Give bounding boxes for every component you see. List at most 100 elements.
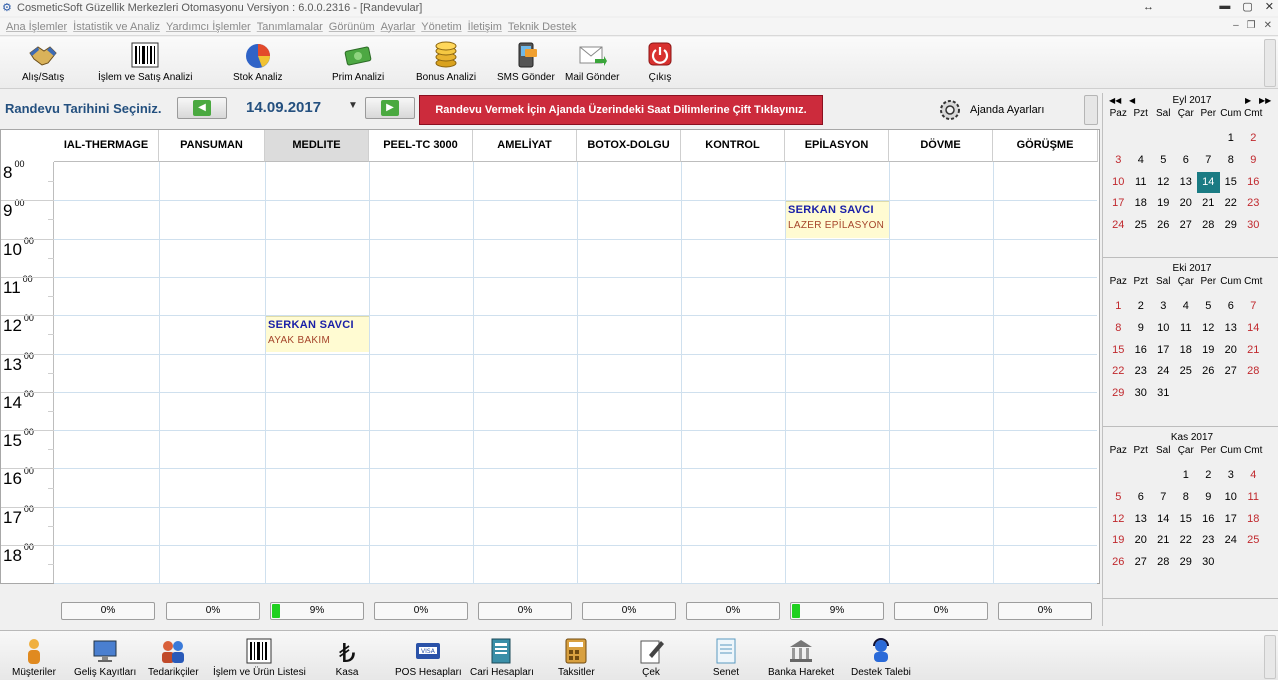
menu-yonetim[interactable]: Yönetim [421,21,461,33]
day-cell[interactable]: 10 [1220,487,1243,509]
menu-iletisim[interactable]: İletişim [468,21,502,33]
cari-hesapları-button[interactable]: Cari Hesapları [470,637,534,678]
maximize-icon[interactable]: ▢ [1242,0,1252,13]
day-cell[interactable]: 25 [1242,530,1265,552]
menu-tanimlamalar[interactable]: Tanımlamalar [257,21,323,33]
destek-talebi-button[interactable]: Destek Talebi [851,637,911,678]
day-cell[interactable]: 5 [1152,150,1175,172]
day-cell[interactable]: 15 [1107,340,1130,362]
day-cell[interactable]: 4 [1242,465,1265,487]
day-cell[interactable]: 13 [1220,318,1243,340]
day-cell[interactable]: 3 [1107,150,1130,172]
day-cell[interactable]: 4 [1175,296,1198,318]
next-day-button[interactable]: ▶ [365,97,415,119]
day-cell[interactable]: 6 [1175,150,1198,172]
day-cell[interactable]: 5 [1197,296,1220,318]
day-cell[interactable]: 23 [1197,530,1220,552]
day-cell[interactable]: 1 [1220,128,1243,150]
alis-satis-button[interactable]: Alış/Satış [22,41,64,83]
day-cell[interactable]: 30 [1242,215,1265,237]
day-cell[interactable]: 3 [1220,465,1243,487]
minimize-icon[interactable]: ▬ [1219,0,1230,13]
day-cell[interactable]: 12 [1152,172,1175,194]
day-cell[interactable]: 11 [1175,318,1198,340]
day-cell[interactable]: 27 [1130,552,1153,574]
day-cell[interactable]: 10 [1152,318,1175,340]
day-cell[interactable]: 18 [1242,509,1265,531]
day-cell[interactable]: 24 [1220,530,1243,552]
day-cell[interactable]: 8 [1220,150,1243,172]
day-cell[interactable]: 11 [1242,487,1265,509]
day-cell[interactable]: 9 [1130,318,1153,340]
column-header[interactable]: AMELİYAT [473,130,577,162]
day-cell[interactable]: 14 [1242,318,1265,340]
müşteriler-button[interactable]: Müşteriler [12,637,56,678]
day-cell[interactable]: 21 [1197,193,1220,215]
day-cell[interactable]: 4 [1130,150,1153,172]
menu-gorunum[interactable]: Görünüm [329,21,375,33]
bonus-analizi-button[interactable]: Bonus Analizi [416,41,476,83]
menu-ana-islemler[interactable]: Ana İşlemler [6,21,67,33]
double-arrow-left-icon[interactable]: ◀◀ [1109,96,1121,105]
banka-hareket-button[interactable]: Banka Hareket [768,637,834,678]
day-cell[interactable]: 21 [1152,530,1175,552]
taksitler-button[interactable]: Taksitler [558,637,595,678]
column-header[interactable]: BOTOX-DOLGU [577,130,681,162]
day-cell[interactable]: 17 [1107,193,1130,215]
day-cell[interactable]: 30 [1197,552,1220,574]
day-cell[interactable]: 2 [1197,465,1220,487]
prim-analizi-button[interactable]: Prim Analizi [332,41,384,83]
row-scrollbar[interactable] [1084,95,1098,125]
day-cell[interactable]: 13 [1130,509,1153,531]
tedarikçiler-button[interactable]: Tedarikçiler [148,637,199,678]
double-arrow-right-icon[interactable]: ▶▶ [1259,96,1271,105]
cikis-button[interactable]: Çıkış [645,41,675,83]
column-header[interactable]: KONTROL [681,130,785,162]
day-cell[interactable]: 26 [1107,552,1130,574]
day-cell[interactable]: 23 [1130,361,1153,383]
appointment-card[interactable]: SERKAN SAVCI AYAK BAKIM [266,316,369,353]
day-cell[interactable]: 25 [1175,361,1198,383]
day-cell[interactable]: 31 [1152,383,1175,405]
day-cell[interactable]: 27 [1220,361,1243,383]
day-cell[interactable]: 21 [1242,340,1265,362]
sms-gonder-button[interactable]: SMS Gönder [497,41,555,83]
day-cell[interactable]: 28 [1197,215,1220,237]
day-cell[interactable]: 15 [1175,509,1198,531]
day-cell[interactable]: 16 [1242,172,1265,194]
day-cell[interactable]: 17 [1220,509,1243,531]
day-cell[interactable]: 6 [1220,296,1243,318]
day-cell[interactable]: 20 [1220,340,1243,362]
menu-teknik-destek[interactable]: Teknik Destek [508,21,576,33]
islem-satis-analizi-button[interactable]: İşlem ve Satış Analizi [98,41,192,83]
day-cell[interactable]: 19 [1152,193,1175,215]
resize-icon[interactable]: ↔ [1143,1,1154,13]
stok-analiz-button[interactable]: Stok Analiz [233,41,282,83]
day-cell[interactable]: 22 [1175,530,1198,552]
day-cell[interactable]: 19 [1197,340,1220,362]
day-cell[interactable]: 12 [1107,509,1130,531]
day-cell[interactable]: 27 [1175,215,1198,237]
day-cell[interactable]: 19 [1107,530,1130,552]
day-cell[interactable]: 16 [1197,509,1220,531]
day-cell[interactable]: 7 [1152,487,1175,509]
day-cell[interactable]: 9 [1197,487,1220,509]
day-cell[interactable]: 2 [1130,296,1153,318]
day-cell[interactable]: 7 [1197,150,1220,172]
mdi-close-icon[interactable]: ✕ [1264,20,1272,31]
day-cell[interactable]: 1 [1175,465,1198,487]
day-cell[interactable]: 14 [1152,509,1175,531]
day-cell[interactable]: 22 [1220,193,1243,215]
date-picker[interactable]: 14.09.2017 ▼ [230,97,360,121]
kasa-button[interactable]: ₺ Kasa [333,637,361,678]
day-cell[interactable]: 25 [1130,215,1153,237]
mdi-restore-icon[interactable]: ❐ [1247,20,1256,31]
day-cell[interactable]: 18 [1130,193,1153,215]
day-cell[interactable]: 26 [1197,361,1220,383]
day-cell[interactable]: 8 [1107,318,1130,340]
senet-button[interactable]: Senet [712,637,740,678]
pos-hesapları-button[interactable]: VISA POS Hesapları [395,637,462,678]
day-cell[interactable]: 10 [1107,172,1130,194]
day-cell[interactable]: 29 [1175,552,1198,574]
day-cell[interactable]: 1 [1107,296,1130,318]
